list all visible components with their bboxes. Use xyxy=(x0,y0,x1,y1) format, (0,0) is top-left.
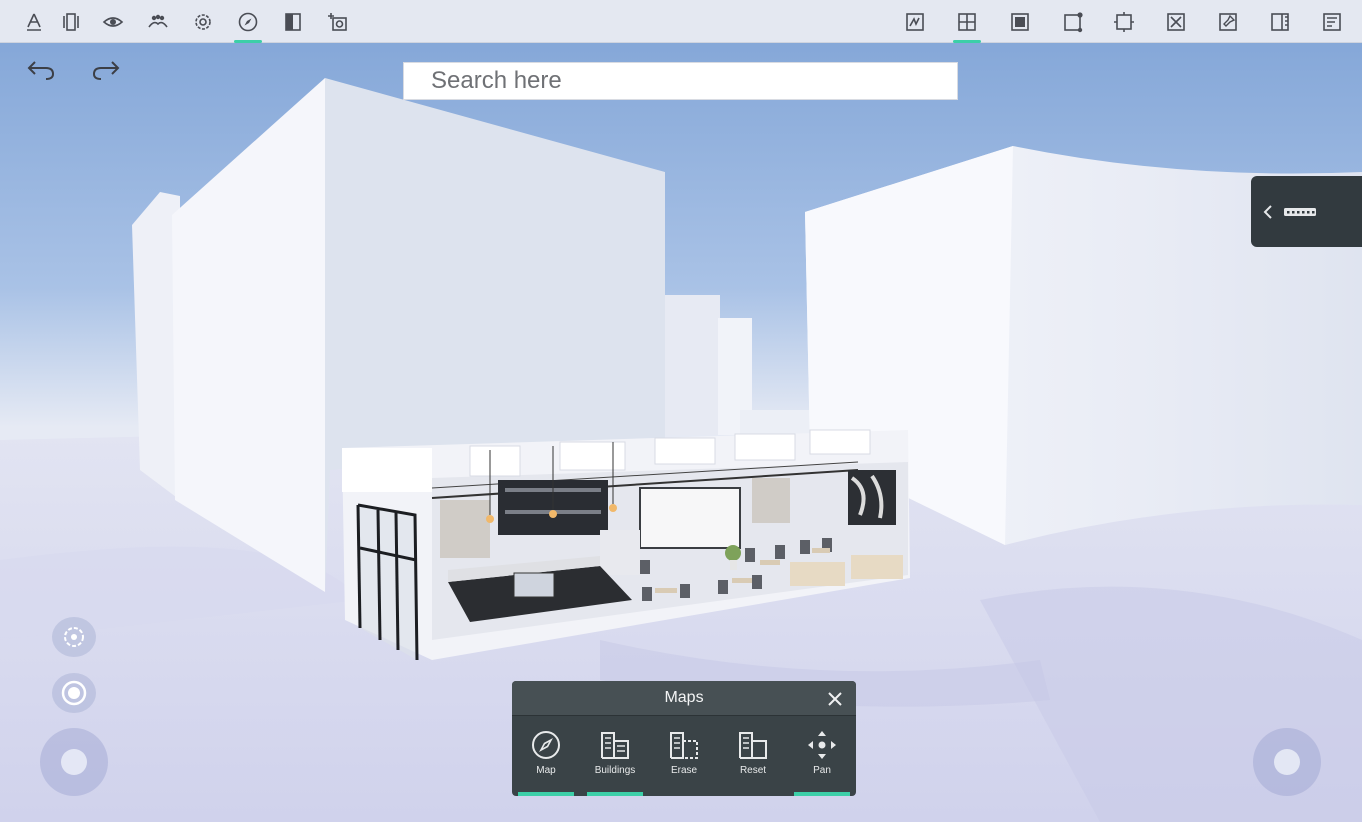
maps-panel-header: Maps xyxy=(512,681,856,716)
orbit-button[interactable] xyxy=(52,617,96,657)
map-tool-label: Buildings xyxy=(594,765,636,776)
map-tool-label: Map xyxy=(536,765,556,776)
buildings-icon xyxy=(601,732,629,759)
close-icon xyxy=(828,692,842,706)
undo-icon xyxy=(27,61,55,80)
cross-square-icon[interactable] xyxy=(1156,0,1196,43)
map-tool-label: Erase xyxy=(670,765,698,776)
sketch-icon[interactable] xyxy=(895,0,935,43)
redo-button[interactable] xyxy=(88,54,124,86)
map-tool-buildings[interactable]: Buildings xyxy=(584,717,646,796)
map-tool-label: Reset xyxy=(739,765,767,776)
measure-icon[interactable] xyxy=(14,0,54,43)
eye-icon[interactable] xyxy=(93,0,133,43)
target-icon xyxy=(61,680,87,706)
look-joystick[interactable] xyxy=(1253,728,1321,796)
people-icon[interactable] xyxy=(138,0,178,43)
expand-square-icon[interactable] xyxy=(1104,0,1144,43)
search-input[interactable] xyxy=(403,62,958,100)
pan-icon xyxy=(808,731,836,759)
maps-panel-title: Maps xyxy=(664,689,704,706)
dots-icon xyxy=(1284,207,1316,216)
target-button[interactable] xyxy=(52,673,96,713)
settings-icon[interactable] xyxy=(183,0,223,43)
layers-icon[interactable] xyxy=(51,0,91,43)
compass-icon[interactable] xyxy=(228,0,268,43)
map-tool-pan[interactable]: Pan xyxy=(791,717,853,796)
close-button[interactable] xyxy=(824,688,846,710)
compass-icon xyxy=(532,731,560,759)
node-square-icon[interactable] xyxy=(1053,0,1093,43)
collapsed-side-panel[interactable] xyxy=(1251,176,1362,247)
ruler-icon[interactable] xyxy=(1260,0,1300,43)
erase-building-icon xyxy=(670,732,698,759)
map-tool-map[interactable]: Map xyxy=(515,717,577,796)
maps-panel: Maps Map Buildings Erase Reset Pan xyxy=(512,681,856,796)
reset-building-icon xyxy=(739,732,767,759)
camera-icon[interactable] xyxy=(318,0,358,43)
orbit-icon xyxy=(64,627,84,647)
joystick-knob[interactable] xyxy=(1274,749,1300,775)
map-tool-erase[interactable]: Erase xyxy=(653,717,715,796)
joystick-knob[interactable] xyxy=(61,749,87,775)
top-toolbar xyxy=(0,0,1362,43)
notes-icon[interactable] xyxy=(1312,0,1352,43)
pin-square-icon[interactable] xyxy=(1208,0,1248,43)
map-tool-label: Pan xyxy=(813,765,831,776)
undo-button[interactable] xyxy=(23,54,59,86)
grid-icon[interactable] xyxy=(947,0,987,43)
move-joystick[interactable] xyxy=(40,728,108,796)
chevron-left-icon xyxy=(1263,204,1272,219)
split-view-icon[interactable] xyxy=(273,0,313,43)
fill-square-icon[interactable] xyxy=(1000,0,1040,43)
map-tool-reset[interactable]: Reset xyxy=(722,717,784,796)
redo-icon xyxy=(92,61,120,80)
